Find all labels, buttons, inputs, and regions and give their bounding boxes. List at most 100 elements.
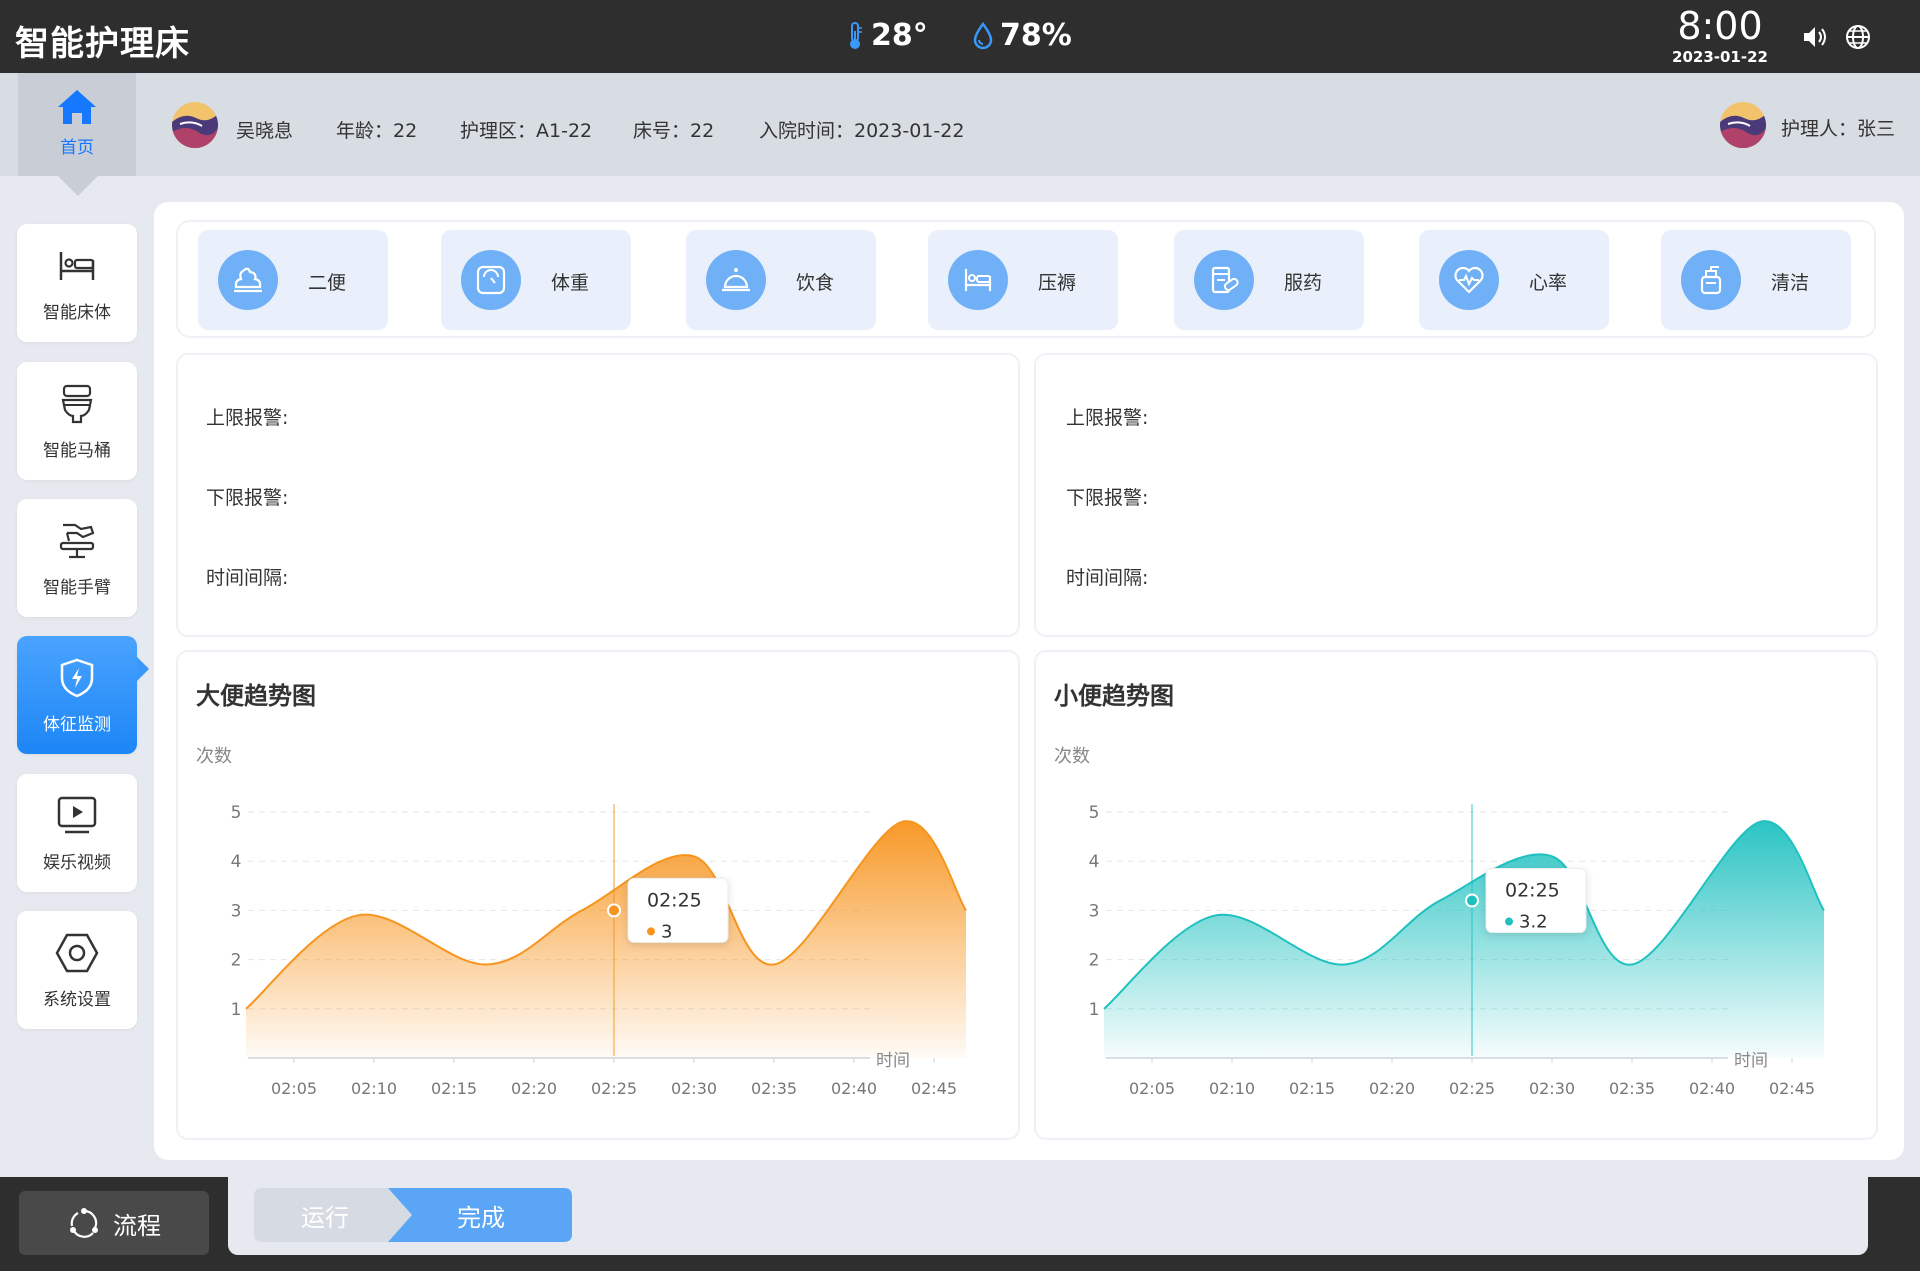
care-item-cleaning[interactable]: 清洁 — [1661, 230, 1851, 330]
y-tick-label: 3 — [231, 901, 242, 921]
y-tick-label: 5 — [231, 803, 242, 823]
bed-sore-icon — [948, 250, 1008, 310]
y-tick-label: 3 — [1089, 901, 1100, 921]
care-item-label: 体重 — [551, 272, 590, 294]
temperature-value: 28° — [871, 18, 928, 53]
sidebar-item-label: 智能马桶 — [43, 441, 111, 461]
x-tick-label: 02:45 — [911, 1079, 957, 1098]
care-item-label: 服药 — [1284, 272, 1323, 294]
humidity-readout: 78% — [972, 18, 1072, 53]
hex-settings-icon — [55, 933, 99, 973]
home-label: 首页 — [60, 138, 94, 158]
video-icon — [57, 796, 97, 834]
patient-age: 年龄：22 — [336, 120, 418, 142]
sidebar-item-vital-monitoring[interactable]: 体征监测 — [17, 636, 137, 754]
sidebar-item-system-settings[interactable]: 系统设置 — [17, 911, 137, 1029]
volume-icon[interactable] — [1800, 22, 1830, 52]
y-tick-label: 5 — [1089, 803, 1100, 823]
sidebar-item-smart-bed[interactable]: 智能床体 — [17, 224, 137, 342]
tooltip-time: 02:25 — [1505, 880, 1560, 902]
cleaning-bottle-icon — [1681, 250, 1741, 310]
stool-icon — [218, 250, 278, 310]
flow-cycle-icon — [70, 1208, 98, 1238]
alarm-settings-right: 上限报警: 下限报警: 时间间隔: — [1034, 353, 1878, 637]
upper-limit-alarm-label: 上限报警: — [206, 407, 289, 429]
x-tick-label: 02:25 — [591, 1079, 637, 1098]
food-cloche-icon — [706, 250, 766, 310]
tab-home[interactable]: 首页 — [18, 73, 136, 176]
clock-time: 8:00 — [1677, 4, 1763, 48]
care-item-bedsore[interactable]: 压褥 — [928, 230, 1118, 330]
caregiver-avatar — [1720, 102, 1766, 148]
home-tab-pointer — [58, 176, 98, 196]
x-tick-label: 02:25 — [1449, 1079, 1495, 1098]
x-tick-label: 02:35 — [751, 1079, 797, 1098]
active-item-pointer — [137, 657, 149, 681]
care-item-heart-rate[interactable]: 心率 — [1419, 230, 1609, 330]
caregiver-name: 护理人：张三 — [1781, 118, 1896, 140]
heart-rate-icon — [1439, 250, 1499, 310]
sidebar-item-label: 智能床体 — [43, 303, 111, 323]
sidebar-item-label: 系统设置 — [43, 990, 111, 1010]
x-tick-label: 02:40 — [1689, 1079, 1735, 1098]
urine-trend-chart: 小便趋势图 次数 1 2 3 4 5 02:05 02:10 02:15 02:20 02:25 0… — [1034, 650, 1878, 1140]
y-tick-label: 4 — [1089, 852, 1100, 872]
bed-icon — [59, 252, 95, 280]
tooltip-point[interactable] — [1465, 893, 1479, 908]
lower-limit-alarm-label: 下限报警: — [1066, 487, 1149, 509]
tooltip-legend-dot — [647, 927, 655, 936]
medicine-icon — [1194, 250, 1254, 310]
x-tick-label: 02:35 — [1609, 1079, 1655, 1098]
y-tick-label: 2 — [231, 951, 242, 971]
x-axis-label: 时间 — [876, 1051, 910, 1071]
sidebar-item-label: 体征监测 — [43, 715, 111, 735]
x-tick-label: 02:05 — [271, 1079, 317, 1098]
care-item-excretion[interactable]: 二便 — [198, 230, 388, 330]
x-tick-label: 02:05 — [1129, 1079, 1175, 1098]
robot-arm-icon — [59, 523, 95, 559]
stool-trend-chart: 大便趋势图 次数 1 2 3 4 5 02:05 02:10 02:15 02:20 02:25 0… — [176, 650, 1020, 1140]
tooltip-value: 3 — [661, 921, 672, 942]
tooltip-time: 02:25 — [647, 889, 702, 911]
sidebar-item-label: 娱乐视频 — [43, 853, 111, 873]
urine-trend-plot[interactable]: 1 2 3 4 5 02:05 02:10 02:15 02:20 02:25 02:30 02:35… — [1036, 652, 1878, 1140]
app-title: 智能护理床 — [15, 24, 190, 64]
home-icon — [58, 90, 96, 124]
care-item-label: 饮食 — [796, 272, 835, 294]
scale-icon — [461, 250, 521, 310]
tooltip-legend-dot — [1505, 917, 1513, 926]
x-tick-label: 02:20 — [511, 1079, 557, 1098]
series-area — [1104, 821, 1824, 1058]
step-run[interactable]: 运行 — [254, 1188, 396, 1242]
sidebar-item-entertainment-video[interactable]: 娱乐视频 — [17, 774, 137, 892]
lower-limit-alarm-label: 下限报警: — [206, 487, 289, 509]
x-axis-label: 时间 — [1734, 1051, 1768, 1071]
step-complete[interactable]: 完成 — [400, 1188, 562, 1242]
x-tick-label: 02:45 — [1769, 1079, 1815, 1098]
x-tick-label: 02:10 — [1209, 1079, 1255, 1098]
tooltip-point[interactable] — [607, 903, 621, 918]
x-tick-label: 02:30 — [1529, 1079, 1575, 1098]
sidebar-item-label: 智能手臂 — [43, 578, 111, 598]
shield-bolt-icon — [60, 658, 94, 698]
toilet-icon — [61, 384, 93, 424]
sidebar-item-smart-toilet[interactable]: 智能马桶 — [17, 362, 137, 480]
flow-button[interactable]: 流程 — [19, 1191, 209, 1255]
patient-bed-number: 床号：22 — [633, 120, 715, 142]
x-tick-label: 02:10 — [351, 1079, 397, 1098]
sidebar-item-smart-arm[interactable]: 智能手臂 — [17, 499, 137, 617]
clock-date: 2023-01-22 — [1672, 48, 1768, 66]
care-item-diet[interactable]: 饮食 — [686, 230, 876, 330]
patient-name: 吴晓息 — [236, 120, 294, 142]
humidity-value: 78% — [1000, 18, 1072, 53]
stool-trend-plot[interactable]: 1 2 3 4 5 02:05 02:10 02:15 02:20 02:25 02:30 02:35… — [178, 652, 1020, 1140]
care-item-weight[interactable]: 体重 — [441, 230, 631, 330]
clock: 8:00 2023-01-22 — [1650, 4, 1790, 66]
care-item-medication[interactable]: 服药 — [1174, 230, 1364, 330]
avatar — [172, 102, 218, 148]
x-tick-label: 02:15 — [431, 1079, 477, 1098]
x-tick-label: 02:15 — [1289, 1079, 1335, 1098]
globe-icon[interactable] — [1843, 22, 1873, 52]
upper-limit-alarm-label: 上限报警: — [1066, 407, 1149, 429]
tooltip-value: 3.2 — [1519, 912, 1548, 933]
